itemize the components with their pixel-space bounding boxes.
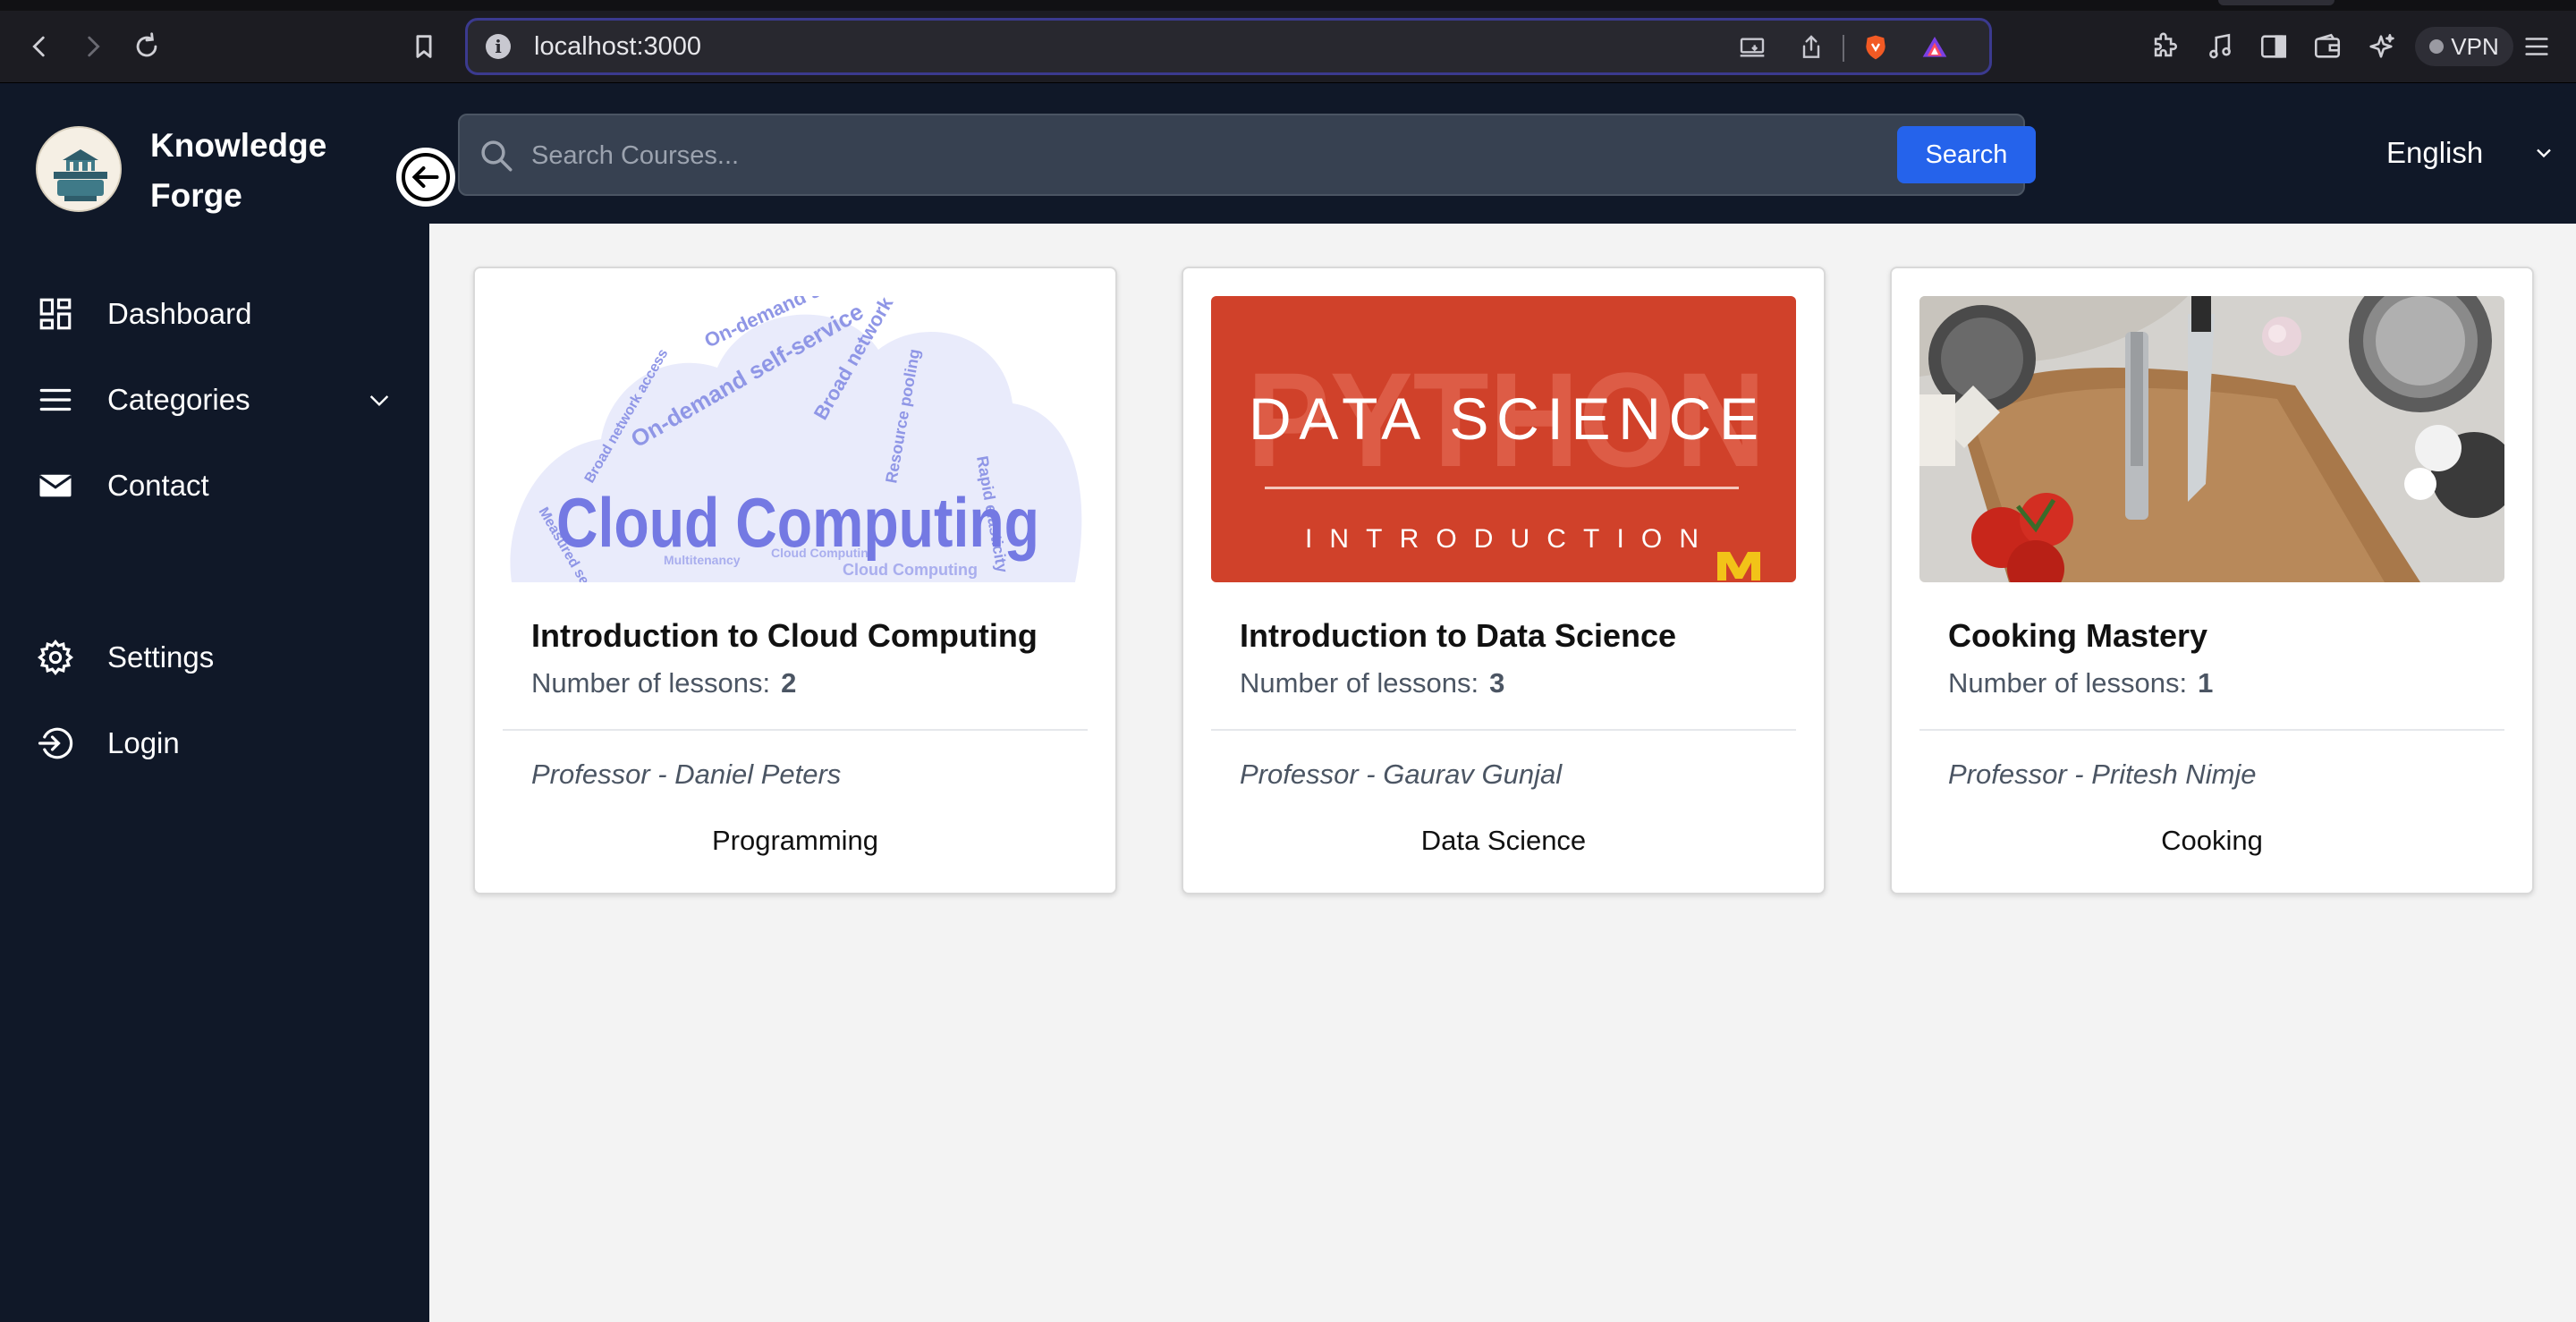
course-grid: On-demand self-service On-demand self-se… [429,224,2576,1322]
card-divider [1919,729,2504,731]
course-category[interactable]: Programming [475,825,1115,857]
search-button[interactable]: Search [1897,126,2036,183]
course-image [1919,296,2504,582]
top-header: Search English [429,83,2576,224]
address-bar[interactable]: i localhost:3000 [465,18,1992,75]
forward-icon[interactable] [72,25,114,68]
sidebar-item-categories[interactable]: Categories [36,373,411,427]
url-divider [1843,35,1844,62]
brand-name[interactable]: Knowledge Forge [150,121,383,221]
lessons-count: Number of lessons: 3 [1240,667,1504,699]
course-professor: Professor - Daniel Peters [531,758,842,790]
course-category[interactable]: Cooking [1892,825,2532,857]
back-icon[interactable] [18,25,61,68]
search-bar: Search [458,114,2036,196]
lessons-label: Number of lessons: [531,667,771,699]
sidebar-toggle-icon[interactable] [2252,25,2295,68]
lessons-value: 2 [781,667,797,699]
install-app-icon[interactable] [1736,31,1768,64]
course-card-cloud-computing[interactable]: On-demand self-service On-demand self-se… [473,267,1117,894]
course-image: PYTHON DATA SCIENCE INTRODUCTION [1211,296,1796,582]
course-title[interactable]: Cooking Mastery [1948,617,2503,655]
search-icon [481,140,513,172]
card-divider [1211,729,1796,731]
image-caption: Cloud Computing [556,483,1039,562]
gear-icon [36,638,75,677]
wallet-icon[interactable] [2306,25,2349,68]
lessons-count: Number of lessons: 2 [531,667,796,699]
chevron-down-icon[interactable] [365,386,394,414]
site-info-icon[interactable]: i [486,34,511,59]
sidebar-item-label: Settings [107,640,215,674]
url-text[interactable]: localhost:3000 [534,32,701,62]
extensions-icon[interactable] [2143,25,2186,68]
course-image: On-demand self-service On-demand self-se… [503,296,1088,582]
sidebar-item-label: Login [107,726,180,759]
brave-shield-icon[interactable] [1860,31,1892,64]
course-category[interactable]: Data Science [1183,825,1824,857]
login-icon [36,724,75,763]
browser-toolbar: i localhost:3000 VPN [0,0,2576,83]
lessons-label: Number of lessons: [1240,667,1479,699]
brave-rewards-icon[interactable] [1919,31,1951,64]
sidebar-item-contact[interactable]: Contact [36,459,411,513]
leo-ai-icon[interactable] [2360,25,2402,68]
sidebar-item-settings[interactable]: Settings [36,631,411,684]
sidebar: Knowledge Forge Dashboard Categories Con… [0,83,429,1322]
mail-icon [36,466,75,505]
browser-menu-icon[interactable] [2515,25,2558,68]
share-icon[interactable] [1795,31,1827,64]
tab-strip [0,0,2576,11]
collapse-sidebar-button[interactable] [394,145,458,209]
course-title[interactable]: Introduction to Cloud Computing [531,617,1086,655]
image-title: DATA SCIENCE [1249,386,1758,452]
card-divider [503,729,1088,731]
lessons-value: 3 [1489,667,1505,699]
vpn-button[interactable]: VPN [2415,27,2513,66]
course-card-cooking[interactable]: Cooking Mastery Number of lessons: 1 Prof… [1890,267,2534,894]
course-card-data-science[interactable]: PYTHON DATA SCIENCE INTRODUCTION Introdu… [1182,267,1826,894]
arrow-left-icon [402,153,450,201]
vpn-status-icon [2429,39,2445,54]
chevron-down-icon [2537,148,2551,158]
lessons-value: 1 [2198,667,2214,699]
bookmark-icon[interactable] [402,25,445,68]
music-icon[interactable] [2199,25,2241,68]
vpn-label: VPN [2451,32,2499,60]
lessons-count: Number of lessons: 1 [1948,667,2213,699]
brand-logo[interactable] [36,126,122,212]
reload-icon[interactable] [125,25,168,68]
lessons-label: Number of lessons: [1948,667,2188,699]
language-label: English [2386,136,2484,169]
course-professor: Professor - Gaurav Gunjal [1240,758,1563,790]
course-professor: Professor - Pritesh Nimje [1948,758,2257,790]
course-title[interactable]: Introduction to Data Science [1240,617,1794,655]
svg-text:Cloud Computing: Cloud Computing [843,561,978,579]
sidebar-item-dashboard[interactable]: Dashboard [36,287,411,341]
sidebar-item-label: Contact [107,469,209,502]
sidebar-item-label: Categories [107,383,250,416]
sidebar-item-login[interactable]: Login [36,716,411,770]
browser-tab[interactable] [2218,0,2334,5]
sidebar-item-label: Dashboard [107,297,252,330]
language-select[interactable]: English [2386,126,2556,180]
dashboard-icon [36,294,75,334]
search-input[interactable] [531,128,1426,183]
menu-icon [36,380,75,419]
